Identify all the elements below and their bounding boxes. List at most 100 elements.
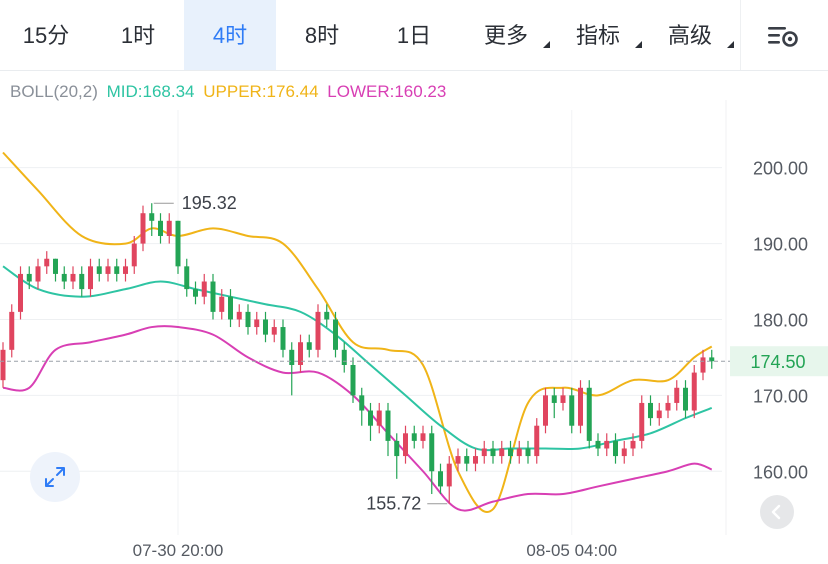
candle-body bbox=[560, 395, 566, 403]
candle-body bbox=[630, 440, 636, 449]
candle-body bbox=[289, 349, 295, 365]
candle-body bbox=[271, 327, 277, 335]
y-tick-label: 200.00 bbox=[753, 159, 808, 179]
expand-icon bbox=[45, 467, 65, 487]
legend-mid: MID:168.34 bbox=[106, 82, 195, 101]
candle-body bbox=[61, 273, 67, 282]
candle-body bbox=[245, 311, 251, 328]
legend-upper: UPPER:176.44 bbox=[203, 82, 319, 101]
candle-body bbox=[149, 213, 155, 221]
candle-body bbox=[709, 357, 715, 362]
tab-8[interactable]: 高级 bbox=[644, 0, 736, 70]
candle-body bbox=[219, 296, 225, 312]
candle-body bbox=[341, 349, 347, 365]
candle-body bbox=[70, 273, 76, 282]
high-label: 195.32 bbox=[182, 193, 237, 213]
dropdown-triangle-icon bbox=[635, 41, 642, 48]
candle-body bbox=[534, 425, 540, 457]
boll-legend: BOLL(20,2) MID:168.34 UPPER:176.44 LOWER… bbox=[10, 82, 450, 102]
tab-7[interactable]: 指标 bbox=[552, 0, 644, 70]
candle-body bbox=[621, 448, 627, 457]
candle-body bbox=[438, 471, 443, 487]
candle-body bbox=[228, 296, 233, 320]
candle-body bbox=[499, 448, 505, 457]
candle-body bbox=[315, 311, 321, 350]
candle-body bbox=[88, 266, 93, 290]
candle-body bbox=[429, 433, 435, 472]
candle-body bbox=[648, 402, 653, 419]
candle-body bbox=[613, 440, 618, 457]
candle-body bbox=[481, 448, 487, 457]
candle-body bbox=[26, 273, 32, 282]
expand-chart-button[interactable] bbox=[30, 452, 80, 502]
candle-body bbox=[35, 266, 41, 282]
candle-body bbox=[473, 456, 478, 464]
candle-body bbox=[193, 289, 198, 297]
candle-body bbox=[175, 220, 181, 267]
candle-body bbox=[333, 319, 338, 350]
candle-body bbox=[595, 440, 601, 449]
y-tick-label: 190.00 bbox=[753, 235, 808, 255]
candle-body bbox=[455, 456, 461, 464]
candle-body bbox=[79, 273, 85, 290]
tab-4[interactable]: 8时 bbox=[276, 0, 368, 70]
tab-5[interactable]: 1日 bbox=[368, 0, 460, 70]
candle-body bbox=[201, 281, 207, 297]
tab-label: 指标 bbox=[575, 23, 620, 48]
x-tick-label: 08-05 04:00 bbox=[526, 541, 617, 560]
y-tick-label: 170.00 bbox=[753, 386, 808, 406]
candle-body bbox=[525, 448, 531, 457]
candle-body bbox=[516, 448, 522, 457]
candle-body bbox=[324, 311, 330, 320]
candle-body bbox=[700, 357, 706, 373]
band-mid bbox=[2, 265, 713, 452]
candle-body bbox=[490, 448, 496, 457]
x-tick-label: 07-30 20:00 bbox=[133, 541, 224, 560]
legend-indicator-name: BOLL(20,2) bbox=[10, 82, 98, 101]
candle-body bbox=[639, 402, 645, 441]
candle-body bbox=[131, 243, 137, 267]
candle-body bbox=[114, 266, 120, 274]
tab-label: 1时 bbox=[120, 23, 156, 48]
scroll-to-latest-button[interactable] bbox=[760, 495, 794, 529]
candle-body bbox=[210, 281, 216, 312]
candle-body bbox=[586, 387, 592, 441]
candle-body bbox=[411, 433, 417, 441]
tab-1[interactable]: 15分 bbox=[0, 0, 92, 70]
back-arrow-icon bbox=[771, 504, 781, 520]
tab-3[interactable]: 4时 bbox=[184, 0, 276, 70]
candle-body bbox=[543, 395, 548, 426]
candle-body bbox=[9, 311, 15, 350]
candle-body bbox=[464, 456, 470, 464]
candle-body bbox=[578, 387, 583, 426]
candle-body bbox=[184, 266, 190, 290]
candlestick-chart[interactable]: 200.00 190.00 180.00 170.00 160.00 07-30 20:0… bbox=[0, 100, 828, 564]
dropdown-triangle-icon bbox=[543, 41, 550, 48]
candle-body bbox=[403, 433, 408, 457]
candle-body bbox=[691, 372, 697, 411]
candle-body bbox=[44, 258, 50, 267]
tab-label: 8时 bbox=[304, 23, 340, 48]
tab-label: 4时 bbox=[212, 23, 248, 48]
band-upper bbox=[2, 151, 713, 513]
tab-2[interactable]: 1时 bbox=[92, 0, 184, 70]
candle-body bbox=[254, 319, 260, 328]
tab-6[interactable]: 更多 bbox=[460, 0, 552, 70]
current-price-value: 174.50 bbox=[750, 352, 805, 372]
candle-body bbox=[280, 327, 286, 350]
candle-body bbox=[683, 387, 688, 411]
y-tick-label: 180.00 bbox=[753, 310, 808, 330]
candle-body bbox=[604, 440, 610, 449]
candle-body bbox=[306, 342, 312, 350]
tab-label: 1日 bbox=[396, 23, 432, 48]
tab-label: 高级 bbox=[667, 23, 712, 48]
candle-body bbox=[665, 402, 671, 411]
candle-body bbox=[158, 220, 163, 236]
y-tick-label: 160.00 bbox=[753, 462, 808, 482]
low-label: 155.72 bbox=[366, 494, 421, 514]
candle-body bbox=[53, 258, 58, 274]
candle-body bbox=[368, 410, 373, 426]
chart-settings-button[interactable] bbox=[740, 0, 828, 70]
tab-label: 更多 bbox=[483, 23, 528, 48]
candle-body bbox=[123, 266, 128, 274]
